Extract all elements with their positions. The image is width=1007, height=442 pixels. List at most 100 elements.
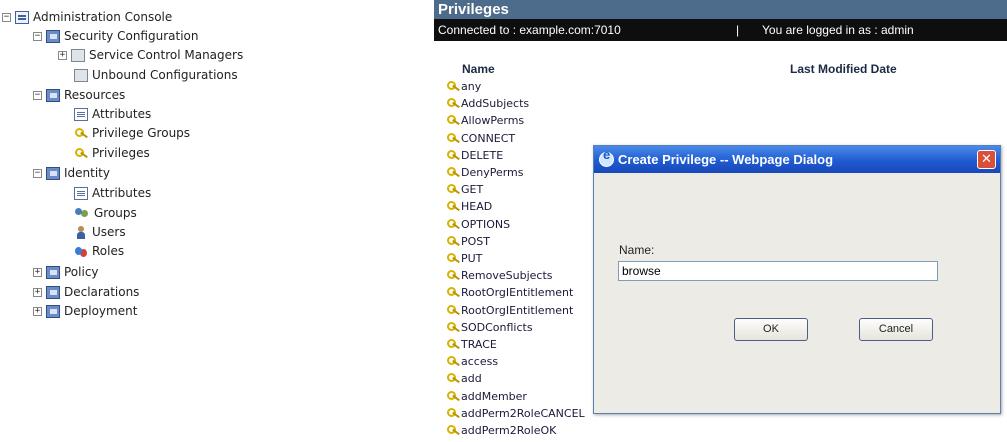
privilege-name[interactable]: GET: [461, 183, 483, 196]
close-button[interactable]: ✕: [977, 150, 996, 169]
privilege-row[interactable]: RemoveSubjects: [446, 267, 553, 284]
expand-toggle-icon[interactable]: +: [33, 267, 42, 277]
privilege-key-icon: [446, 114, 460, 127]
expand-toggle-icon[interactable]: +: [58, 50, 67, 60]
privilege-name[interactable]: RootOrgIEntitlement: [461, 286, 573, 299]
tree-node-deployment[interactable]: + Deployment: [33, 302, 137, 320]
tree-node-service-control-managers[interactable]: + Service Control Managers: [58, 46, 243, 64]
privilege-name[interactable]: RemoveSubjects: [461, 269, 553, 282]
tree-node-policy[interactable]: + Policy: [33, 263, 99, 281]
privilege-row[interactable]: add: [446, 370, 482, 387]
privilege-row[interactable]: POST: [446, 233, 490, 250]
collapse-toggle-icon[interactable]: −: [2, 12, 11, 22]
privilege-row[interactable]: AddSubjects: [446, 95, 529, 112]
tree-node-users[interactable]: Users: [74, 223, 126, 241]
tree-node-roles[interactable]: Roles: [74, 242, 124, 260]
privilege-key-icon: [446, 390, 460, 403]
tree-node-privilege-groups[interactable]: Privilege Groups: [74, 124, 190, 142]
privilege-row[interactable]: SODConflicts: [446, 319, 533, 336]
privilege-key-icon: [446, 80, 460, 93]
policy-folder-icon: [46, 265, 60, 279]
tree-node-security-configuration[interactable]: − Security Configuration: [33, 27, 198, 45]
privilege-name[interactable]: addPerm2RoleOK: [461, 424, 556, 437]
privilege-row[interactable]: RootOrgIEntitlement: [446, 284, 573, 301]
privilege-name[interactable]: PUT: [461, 252, 482, 265]
privilege-key-icon: [446, 183, 460, 196]
privilege-row[interactable]: CONNECT: [446, 130, 515, 147]
status-separator: |: [736, 23, 740, 37]
privilege-row[interactable]: access: [446, 353, 498, 370]
privilege-row[interactable]: any: [446, 78, 481, 95]
privilege-name-input[interactable]: [618, 261, 938, 281]
internet-explorer-icon: [599, 147, 614, 167]
privilege-name[interactable]: AddSubjects: [461, 97, 529, 110]
privilege-name[interactable]: AllowPerms: [461, 114, 524, 127]
privilege-key-icon: [446, 252, 460, 265]
privilege-row[interactable]: addMember: [446, 388, 527, 405]
folder-icon: [71, 48, 85, 62]
roles-icon: [74, 245, 88, 258]
console-icon: [15, 10, 29, 24]
privilege-row[interactable]: addPerm2RoleCANCEL: [446, 405, 585, 422]
ok-button[interactable]: OK: [734, 318, 808, 341]
tree-label: Identity: [64, 166, 110, 180]
privilege-name[interactable]: any: [461, 80, 481, 93]
privilege-name[interactable]: add: [461, 372, 482, 385]
tree-node-declarations[interactable]: + Declarations: [33, 283, 139, 301]
collapse-toggle-icon[interactable]: −: [33, 90, 42, 100]
privilege-name[interactable]: CONNECT: [461, 132, 515, 145]
identity-folder-icon: [46, 166, 60, 180]
tree-node-administration-console[interactable]: − Administration Console: [2, 8, 172, 26]
privilege-row[interactable]: TRACE: [446, 336, 497, 353]
folder-icon: [74, 68, 88, 82]
privilege-row[interactable]: DenyPerms: [446, 164, 524, 181]
privilege-name[interactable]: access: [461, 355, 498, 368]
privilege-row[interactable]: RootOrgIEntitlement: [446, 302, 573, 319]
privilege-row[interactable]: PUT: [446, 250, 482, 267]
tree-label: Privilege Groups: [92, 126, 191, 140]
privilege-row[interactable]: DELETE: [446, 147, 503, 164]
collapse-toggle-icon[interactable]: −: [33, 31, 42, 41]
cancel-button[interactable]: Cancel: [859, 318, 933, 341]
tree-node-identity[interactable]: − Identity: [33, 164, 110, 182]
privilege-name[interactable]: DELETE: [461, 149, 503, 162]
tree-node-unbound-configurations[interactable]: Unbound Configurations: [74, 66, 238, 84]
tree-label: Administration Console: [33, 10, 173, 24]
tree-node-identity-attributes[interactable]: Attributes: [74, 184, 151, 202]
resources-folder-icon: [46, 88, 60, 102]
privilege-key-icon: [446, 355, 460, 368]
expand-toggle-icon[interactable]: +: [33, 287, 42, 297]
tree-node-groups[interactable]: Groups: [74, 204, 137, 222]
tree-label: Policy: [64, 265, 99, 279]
tree-node-privileges[interactable]: Privileges: [74, 144, 150, 162]
privilege-name[interactable]: SODConflicts: [461, 321, 533, 334]
privilege-name[interactable]: addMember: [461, 390, 527, 403]
privilege-row[interactable]: addPerm2RoleOK: [446, 422, 556, 439]
privilege-key-icon: [446, 235, 460, 248]
privilege-row[interactable]: GET: [446, 181, 483, 198]
collapse-toggle-icon[interactable]: −: [33, 168, 42, 178]
privilege-name[interactable]: TRACE: [461, 338, 497, 351]
privilege-row[interactable]: HEAD: [446, 198, 492, 215]
privilege-name[interactable]: HEAD: [461, 200, 492, 213]
column-header-last-modified[interactable]: Last Modified Date: [790, 62, 897, 76]
deployment-folder-icon: [46, 304, 60, 318]
column-header-name[interactable]: Name: [462, 62, 495, 76]
tree-node-resources[interactable]: − Resources: [33, 86, 125, 104]
privilege-row[interactable]: OPTIONS: [446, 216, 510, 233]
tree-label: Resources: [64, 88, 126, 102]
tree-label: Attributes: [92, 186, 152, 200]
privilege-name[interactable]: OPTIONS: [461, 218, 510, 231]
dialog-titlebar[interactable]: Create Privilege -- Webpage Dialog ✕: [594, 146, 1000, 173]
privilege-row[interactable]: AllowPerms: [446, 112, 524, 129]
privilege-name[interactable]: POST: [461, 235, 490, 248]
privilege-name[interactable]: DenyPerms: [461, 166, 524, 179]
expand-toggle-icon[interactable]: +: [33, 306, 42, 316]
tree-node-resource-attributes[interactable]: Attributes: [74, 105, 151, 123]
privilege-group-key-icon: [74, 127, 88, 140]
privilege-key-icon: [446, 424, 460, 437]
privilege-name[interactable]: addPerm2RoleCANCEL: [461, 407, 585, 420]
privilege-name[interactable]: RootOrgIEntitlement: [461, 304, 573, 317]
attributes-icon: [74, 107, 88, 121]
tree-label: Unbound Configurations: [92, 68, 238, 82]
